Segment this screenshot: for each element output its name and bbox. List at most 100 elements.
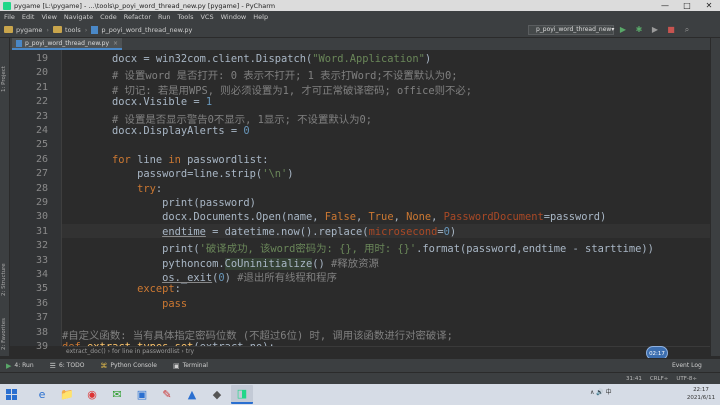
menu-view[interactable]: View <box>41 13 56 21</box>
code-line[interactable]: docx.Documents.Open(name, False, True, N… <box>62 211 606 223</box>
code-line[interactable]: # 切记: 若是用WPS, 则必须设置为1, 才可正常破译密码; office则… <box>62 82 472 97</box>
code-line[interactable]: print(password) <box>62 197 256 209</box>
code-token: 1 <box>205 96 213 109</box>
menu-navigate[interactable]: Navigate <box>64 13 93 21</box>
code-token: PasswordDocument <box>443 211 544 224</box>
code-token: ) <box>424 53 432 65</box>
minimize-button[interactable]: — <box>654 0 676 11</box>
windows-start-icon[interactable] <box>6 389 17 400</box>
run-configuration-select[interactable]: p_poyi_word_thread_new ▾ <box>528 25 614 35</box>
code-breadcrumb[interactable]: extract_doc() › for line in passwordlist… <box>62 346 710 356</box>
code-token: endtime <box>162 225 206 238</box>
menu-window[interactable]: Window <box>221 13 247 21</box>
code-token: docx = win32com.client.Dispatch( <box>62 53 313 65</box>
run-configuration-label: p_poyi_word_thread_new <box>536 26 612 33</box>
editor-tab-active[interactable]: p_poyi_word_thread_new.py × <box>12 38 122 50</box>
code-editor[interactable]: docx = win32com.client.Dispatch("Word.Ap… <box>62 50 710 346</box>
chevron-right-icon: › <box>46 25 50 34</box>
menu-vcs[interactable]: VCS <box>200 13 213 21</box>
code-line[interactable]: docx.Visible = 1 <box>62 96 212 108</box>
taskbar-app-tool[interactable]: ▲ <box>181 385 203 404</box>
run-button[interactable]: ▶ <box>616 25 630 35</box>
menu-code[interactable]: Code <box>100 13 117 21</box>
line-number: 28 <box>35 182 48 194</box>
system-tray[interactable]: ∧ 🔊 中 <box>590 387 612 396</box>
run-with-coverage-button[interactable]: ▶ <box>648 25 662 35</box>
menu-help[interactable]: Help <box>253 13 268 21</box>
taskbar-app-wechat[interactable]: ✉ <box>106 385 128 404</box>
event-log-button[interactable]: Event Log <box>672 362 702 369</box>
code-line[interactable]: try: <box>62 183 162 195</box>
line-number: 31 <box>35 225 48 237</box>
taskbar-app-pycharm[interactable]: ◨ <box>231 385 253 404</box>
menu-tools[interactable]: Tools <box>177 13 193 21</box>
code-line[interactable]: docx = win32com.client.Dispatch("Word.Ap… <box>62 53 431 65</box>
folder-icon <box>53 26 63 33</box>
file-encoding[interactable]: UTF-8÷ <box>676 376 697 382</box>
breadcrumb-file[interactable]: p_poyi_word_thread_new.py <box>101 26 192 34</box>
code-line[interactable]: except: <box>62 283 181 295</box>
code-line[interactable]: password=line.strip('\n') <box>62 168 293 180</box>
code-token: ) <box>287 168 294 181</box>
favorites-tool-button[interactable]: 2: Favorites <box>1 300 9 350</box>
run-toolbar: p_poyi_word_thread_new ▾ ▶ ✱ ▶ ■ ⌕ <box>528 25 694 35</box>
code-token: print( <box>62 243 200 256</box>
menu-run[interactable]: Run <box>158 13 170 21</box>
taskbar-app-ie[interactable]: e <box>31 385 53 404</box>
menu-edit[interactable]: Edit <box>22 13 35 21</box>
code-line[interactable]: # 设置是否显示警告0不显示, 1显示; 不设置默认为0; <box>62 111 372 126</box>
taskbar-app-explorer[interactable]: 📁 <box>56 385 78 404</box>
breadcrumb-folder[interactable]: tools <box>65 26 81 34</box>
taskbar-app-editor[interactable]: ✎ <box>156 385 178 404</box>
chevron-right-icon: › <box>84 25 88 34</box>
stop-button[interactable]: ■ <box>664 25 678 35</box>
close-tab-icon[interactable]: × <box>113 40 118 47</box>
line-number: 20 <box>35 67 48 79</box>
line-number: 35 <box>35 283 48 295</box>
chevron-down-icon: ▾ <box>611 26 615 33</box>
tool-window-bar: ▶ 4: Run ☰ 6: TODO ⌘ Python Console ▣ Te… <box>0 358 720 372</box>
code-token: = datetime.now().rep <box>205 225 338 238</box>
python-file-icon <box>91 25 99 34</box>
breadcrumb-project[interactable]: pygame <box>16 26 42 34</box>
structure-tool-button[interactable]: 2: Structure <box>1 248 9 296</box>
code-line[interactable]: pythoncom.CoUninitialize() #释放资源 <box>62 255 379 270</box>
close-button[interactable]: ✕ <box>698 0 720 11</box>
code-token: ) <box>224 272 238 284</box>
terminal-tool-button[interactable]: ▣ Terminal <box>173 362 208 370</box>
maximize-button[interactable]: □ <box>676 0 698 11</box>
code-token: =password) <box>543 211 607 224</box>
menu-refactor[interactable]: Refactor <box>124 13 151 21</box>
cursor-position[interactable]: 31:41 <box>626 376 642 382</box>
code-line[interactable]: #自定义函数: 当有具体指定密码位数 (不超过6位) 时, 调用该函数进行对密破… <box>62 327 453 342</box>
line-number: 23 <box>35 110 48 122</box>
taskbar-app-misc[interactable]: ◆ <box>206 385 228 404</box>
taskbar-clock[interactable]: 22:17 2021/6/11 <box>684 386 718 402</box>
code-token: line <box>130 153 169 166</box>
line-number: 27 <box>35 168 48 180</box>
run-icon: ▶ <box>6 361 12 370</box>
code-line[interactable]: os._exit(0) #退出所有线程和程序 <box>62 269 337 284</box>
todo-tool-button[interactable]: ☰ 6: TODO <box>50 362 85 370</box>
taskbar-app-word[interactable]: ▣ <box>131 385 153 404</box>
project-tool-button[interactable]: 1: Project <box>1 42 9 92</box>
debug-button[interactable]: ✱ <box>632 25 646 35</box>
code-line[interactable]: pass <box>62 298 187 310</box>
search-icon[interactable]: ⌕ <box>680 25 694 35</box>
line-number: 39 <box>35 341 48 352</box>
run-tool-button[interactable]: ▶ 4: Run <box>6 362 34 370</box>
code-line[interactable]: endtime = datetime.now().replace(microse… <box>62 226 456 238</box>
code-token: microsecond <box>368 225 438 238</box>
code-line[interactable]: for line in passwordlist: <box>62 154 268 166</box>
code-line[interactable]: # 设置word 是否打开: 0 表示不打开; 1 表示打Word;不设置默认为… <box>62 67 457 82</box>
menu-file[interactable]: File <box>4 13 15 21</box>
menu-bar: File Edit View Navigate Code Refactor Ru… <box>0 11 720 22</box>
code-line[interactable]: print('破译成功, 该word密码为: {}, 用时: {}'.forma… <box>62 240 654 255</box>
line-separator[interactable]: CRLF÷ <box>650 376 669 382</box>
line-number: 22 <box>35 96 48 108</box>
code-line[interactable]: docx.DisplayAlerts = 0 <box>62 125 250 137</box>
line-number: 33 <box>35 254 48 266</box>
python-console-tool-button[interactable]: ⌘ Python Console <box>100 362 157 370</box>
taskbar-app-chrome[interactable]: ◉ <box>81 385 103 404</box>
